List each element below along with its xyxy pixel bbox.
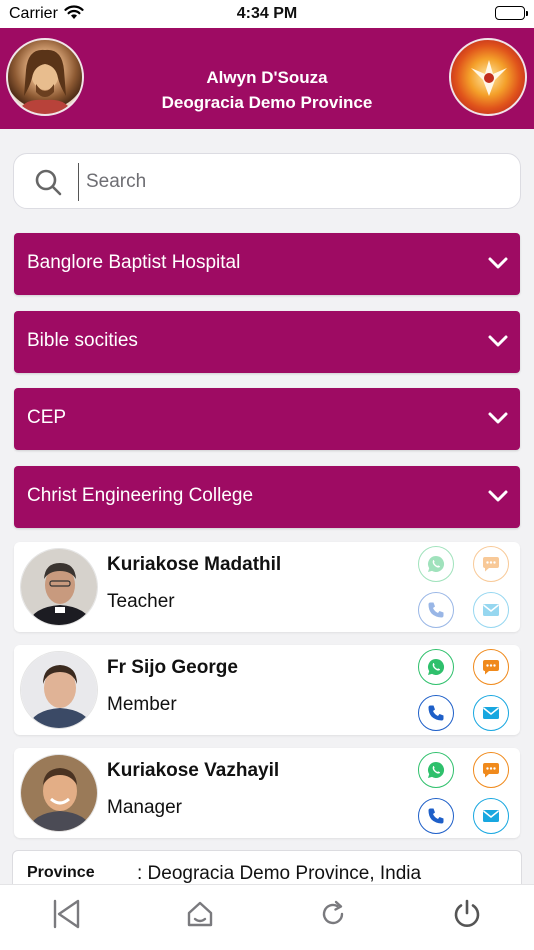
- group-label: Christ Engineering College: [27, 485, 254, 506]
- refresh-icon[interactable]: [316, 897, 350, 931]
- group-accordion-cep[interactable]: CEP: [14, 388, 520, 450]
- contact-card[interactable]: Kuriakose Madathil Teacher: [14, 542, 520, 632]
- mail-icon[interactable]: [473, 695, 509, 731]
- group-accordion-bible-socities[interactable]: Bible socities: [14, 311, 520, 373]
- group-label: CEP: [27, 407, 67, 428]
- contact-role: Member: [107, 694, 177, 715]
- contact-name: Kuriakose Vazhayil: [107, 760, 280, 781]
- whatsapp-icon[interactable]: [418, 752, 454, 788]
- mail-icon[interactable]: [473, 798, 509, 834]
- back-icon[interactable]: [49, 897, 83, 931]
- power-icon[interactable]: [450, 897, 484, 931]
- mail-icon[interactable]: [473, 592, 509, 628]
- chat-icon[interactable]: [473, 752, 509, 788]
- info-label: Province: [27, 864, 95, 881]
- group-label: Banglore Baptist Hospital: [27, 252, 241, 273]
- group-accordion-banglore-baptist-hospital[interactable]: Banglore Baptist Hospital: [14, 233, 520, 295]
- contact-avatar: [20, 651, 98, 729]
- contact-name: Kuriakose Madathil: [107, 554, 282, 575]
- home-icon[interactable]: [183, 897, 217, 931]
- app-header: Alwyn D'Souza Deogracia Demo Province: [0, 28, 534, 129]
- group-accordion-christ-engineering-college[interactable]: Christ Engineering College: [14, 466, 520, 528]
- contact-card[interactable]: Fr Sijo George Member: [14, 645, 520, 735]
- chevron-down-icon: [487, 410, 509, 431]
- search-cursor-divider: [78, 163, 79, 201]
- phone-icon[interactable]: [418, 798, 454, 834]
- contact-role: Teacher: [107, 591, 175, 612]
- battery-icon: [495, 6, 528, 20]
- status-bar: Carrier 4:34 PM: [0, 0, 534, 28]
- group-label: Bible socities: [27, 330, 138, 351]
- chevron-down-icon: [487, 255, 509, 276]
- search-bar: [13, 153, 521, 209]
- status-time: 4:34 PM: [236, 5, 298, 22]
- phone-icon[interactable]: [418, 695, 454, 731]
- chat-icon[interactable]: [473, 649, 509, 685]
- chevron-down-icon: [487, 333, 509, 354]
- phone-icon[interactable]: [418, 592, 454, 628]
- search-input[interactable]: [86, 164, 506, 200]
- whatsapp-icon[interactable]: [418, 649, 454, 685]
- holy-spirit-dove-logo[interactable]: [449, 38, 527, 116]
- contact-card[interactable]: Kuriakose Vazhayil Manager: [14, 748, 520, 838]
- whatsapp-icon[interactable]: [418, 546, 454, 582]
- bottom-nav-bar: [0, 884, 534, 950]
- contact-name: Fr Sijo George: [107, 657, 238, 678]
- search-icon[interactable]: [34, 168, 64, 203]
- contact-role: Manager: [107, 797, 182, 818]
- chat-icon[interactable]: [473, 546, 509, 582]
- contact-avatar: [20, 754, 98, 832]
- contact-avatar: [20, 548, 98, 626]
- chevron-down-icon: [487, 488, 509, 509]
- info-value: : Deogracia Demo Province, India: [137, 863, 422, 884]
